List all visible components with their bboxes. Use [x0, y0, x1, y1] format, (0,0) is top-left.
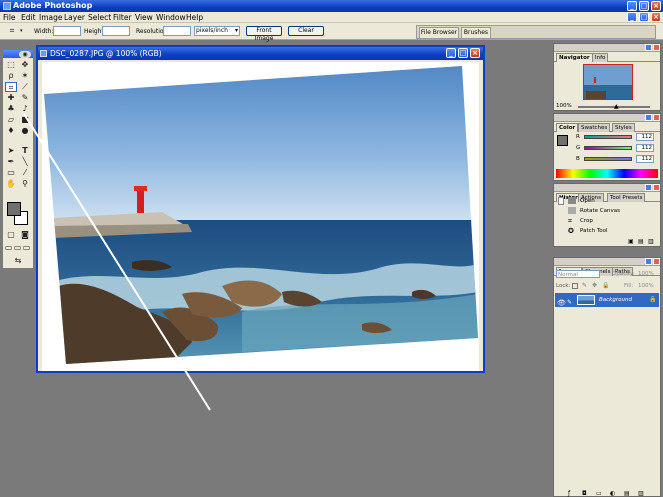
brush-icon: ✎	[567, 299, 573, 306]
color-spectrum-bar[interactable]	[556, 169, 658, 178]
navigator-tabs: Navigator Info	[554, 52, 660, 62]
history-item-label: Rotate Canvas	[580, 208, 620, 214]
opacity-value[interactable]: 100%	[638, 271, 654, 277]
history-item[interactable]: Open	[554, 196, 660, 206]
history-item-label: Crop	[580, 218, 593, 224]
navigator-thumbnail[interactable]	[583, 64, 633, 100]
channel-r-value[interactable]: 112	[636, 133, 654, 141]
navigator-preview	[584, 65, 632, 99]
lock-position-icon[interactable]: ✥	[592, 282, 597, 289]
channel-g-value[interactable]: 112	[636, 144, 654, 152]
navigator-zoom[interactable]: 100%	[556, 103, 572, 109]
panel-close-icon[interactable]	[653, 258, 660, 265]
fill-value[interactable]: 100%	[638, 283, 654, 289]
eye-icon[interactable]: 👁	[557, 296, 566, 310]
trash-icon[interactable]: ▥	[648, 238, 654, 245]
channel-b-value[interactable]: 112	[636, 155, 654, 163]
tab-navigator[interactable]: Navigator	[556, 53, 593, 62]
lock-label: Lock:	[556, 283, 571, 289]
new-set-icon[interactable]: ▭	[596, 490, 602, 497]
new-layer-icon[interactable]: ▤	[624, 490, 630, 497]
history-item-label: Patch Tool	[580, 228, 608, 234]
layer-thumbnail	[577, 295, 595, 305]
channel-g-label: G	[576, 145, 581, 151]
panel-minimize-icon[interactable]	[645, 114, 652, 121]
channel-b-label: B	[576, 156, 580, 162]
history-item-label: Open	[580, 198, 595, 204]
opacity-label: Opacity:	[612, 271, 635, 277]
tab-info[interactable]: Info	[592, 53, 609, 62]
trash-icon[interactable]: ▥	[638, 490, 644, 497]
panel-header	[554, 44, 660, 52]
channel-r-label: R	[576, 134, 580, 140]
blend-mode-select[interactable]: Normal	[556, 270, 600, 278]
fill-label: Fill:	[624, 283, 634, 289]
channel-g-slider[interactable]	[584, 146, 632, 150]
patch-tool-icon: ✪	[568, 227, 574, 235]
tab-color[interactable]: Color	[556, 123, 579, 132]
new-document-icon[interactable]: ▤	[638, 238, 644, 245]
rotate-icon	[568, 207, 576, 214]
panel-header	[554, 184, 660, 192]
channel-r-slider[interactable]	[584, 135, 632, 139]
history-item[interactable]: ✪ Patch Tool	[554, 226, 660, 236]
layer-name: Background	[599, 297, 632, 303]
panel-minimize-icon[interactable]	[645, 184, 652, 191]
mask-icon[interactable]: ◘	[582, 490, 587, 497]
history-panel: History Actions Tool Presets Open Rotate…	[553, 183, 661, 247]
navigator-panel: Navigator Info 100% ▲	[553, 43, 661, 111]
history-item[interactable]: Rotate Canvas	[554, 206, 660, 216]
blend-mode-value: Normal	[558, 272, 578, 278]
new-snapshot-icon[interactable]: ▣	[628, 238, 634, 245]
tab-styles[interactable]: Styles	[612, 123, 635, 132]
crop-icon: ⌗	[568, 217, 572, 225]
layer-style-icon[interactable]: ƒ	[568, 490, 570, 497]
panel-header	[554, 258, 660, 266]
history-item[interactable]: ⌗ Crop	[554, 216, 660, 226]
color-foreground-swatch[interactable]	[557, 135, 568, 146]
lock-image-icon[interactable]: ✎	[582, 282, 587, 289]
adjustment-layer-icon[interactable]: ◐	[610, 490, 615, 497]
lock-transparency-icon[interactable]	[572, 283, 578, 289]
lock-all-icon[interactable]: 🔒	[602, 282, 609, 289]
color-tabs: Color Swatches Styles	[554, 122, 660, 132]
panel-minimize-icon[interactable]	[645, 258, 652, 265]
color-panel: Color Swatches Styles R 112 G 112 B 112	[553, 113, 661, 181]
panel-close-icon[interactable]	[653, 44, 660, 51]
channel-b-slider[interactable]	[584, 157, 632, 161]
document-icon	[568, 197, 576, 204]
layers-panel: Layers Channels Paths Normal Opacity: 10…	[553, 257, 661, 497]
layer-row-background[interactable]: 👁 ✎ Background 🔒	[555, 293, 659, 307]
slider-thumb-icon[interactable]: ▲	[614, 103, 619, 110]
panel-header	[554, 114, 660, 122]
panel-minimize-icon[interactable]	[645, 44, 652, 51]
history-checkbox[interactable]	[558, 197, 564, 205]
panel-close-icon[interactable]	[653, 114, 660, 121]
tab-swatches[interactable]: Swatches	[578, 123, 611, 132]
panel-close-icon[interactable]	[653, 184, 660, 191]
lock-icon: 🔒	[649, 296, 657, 303]
